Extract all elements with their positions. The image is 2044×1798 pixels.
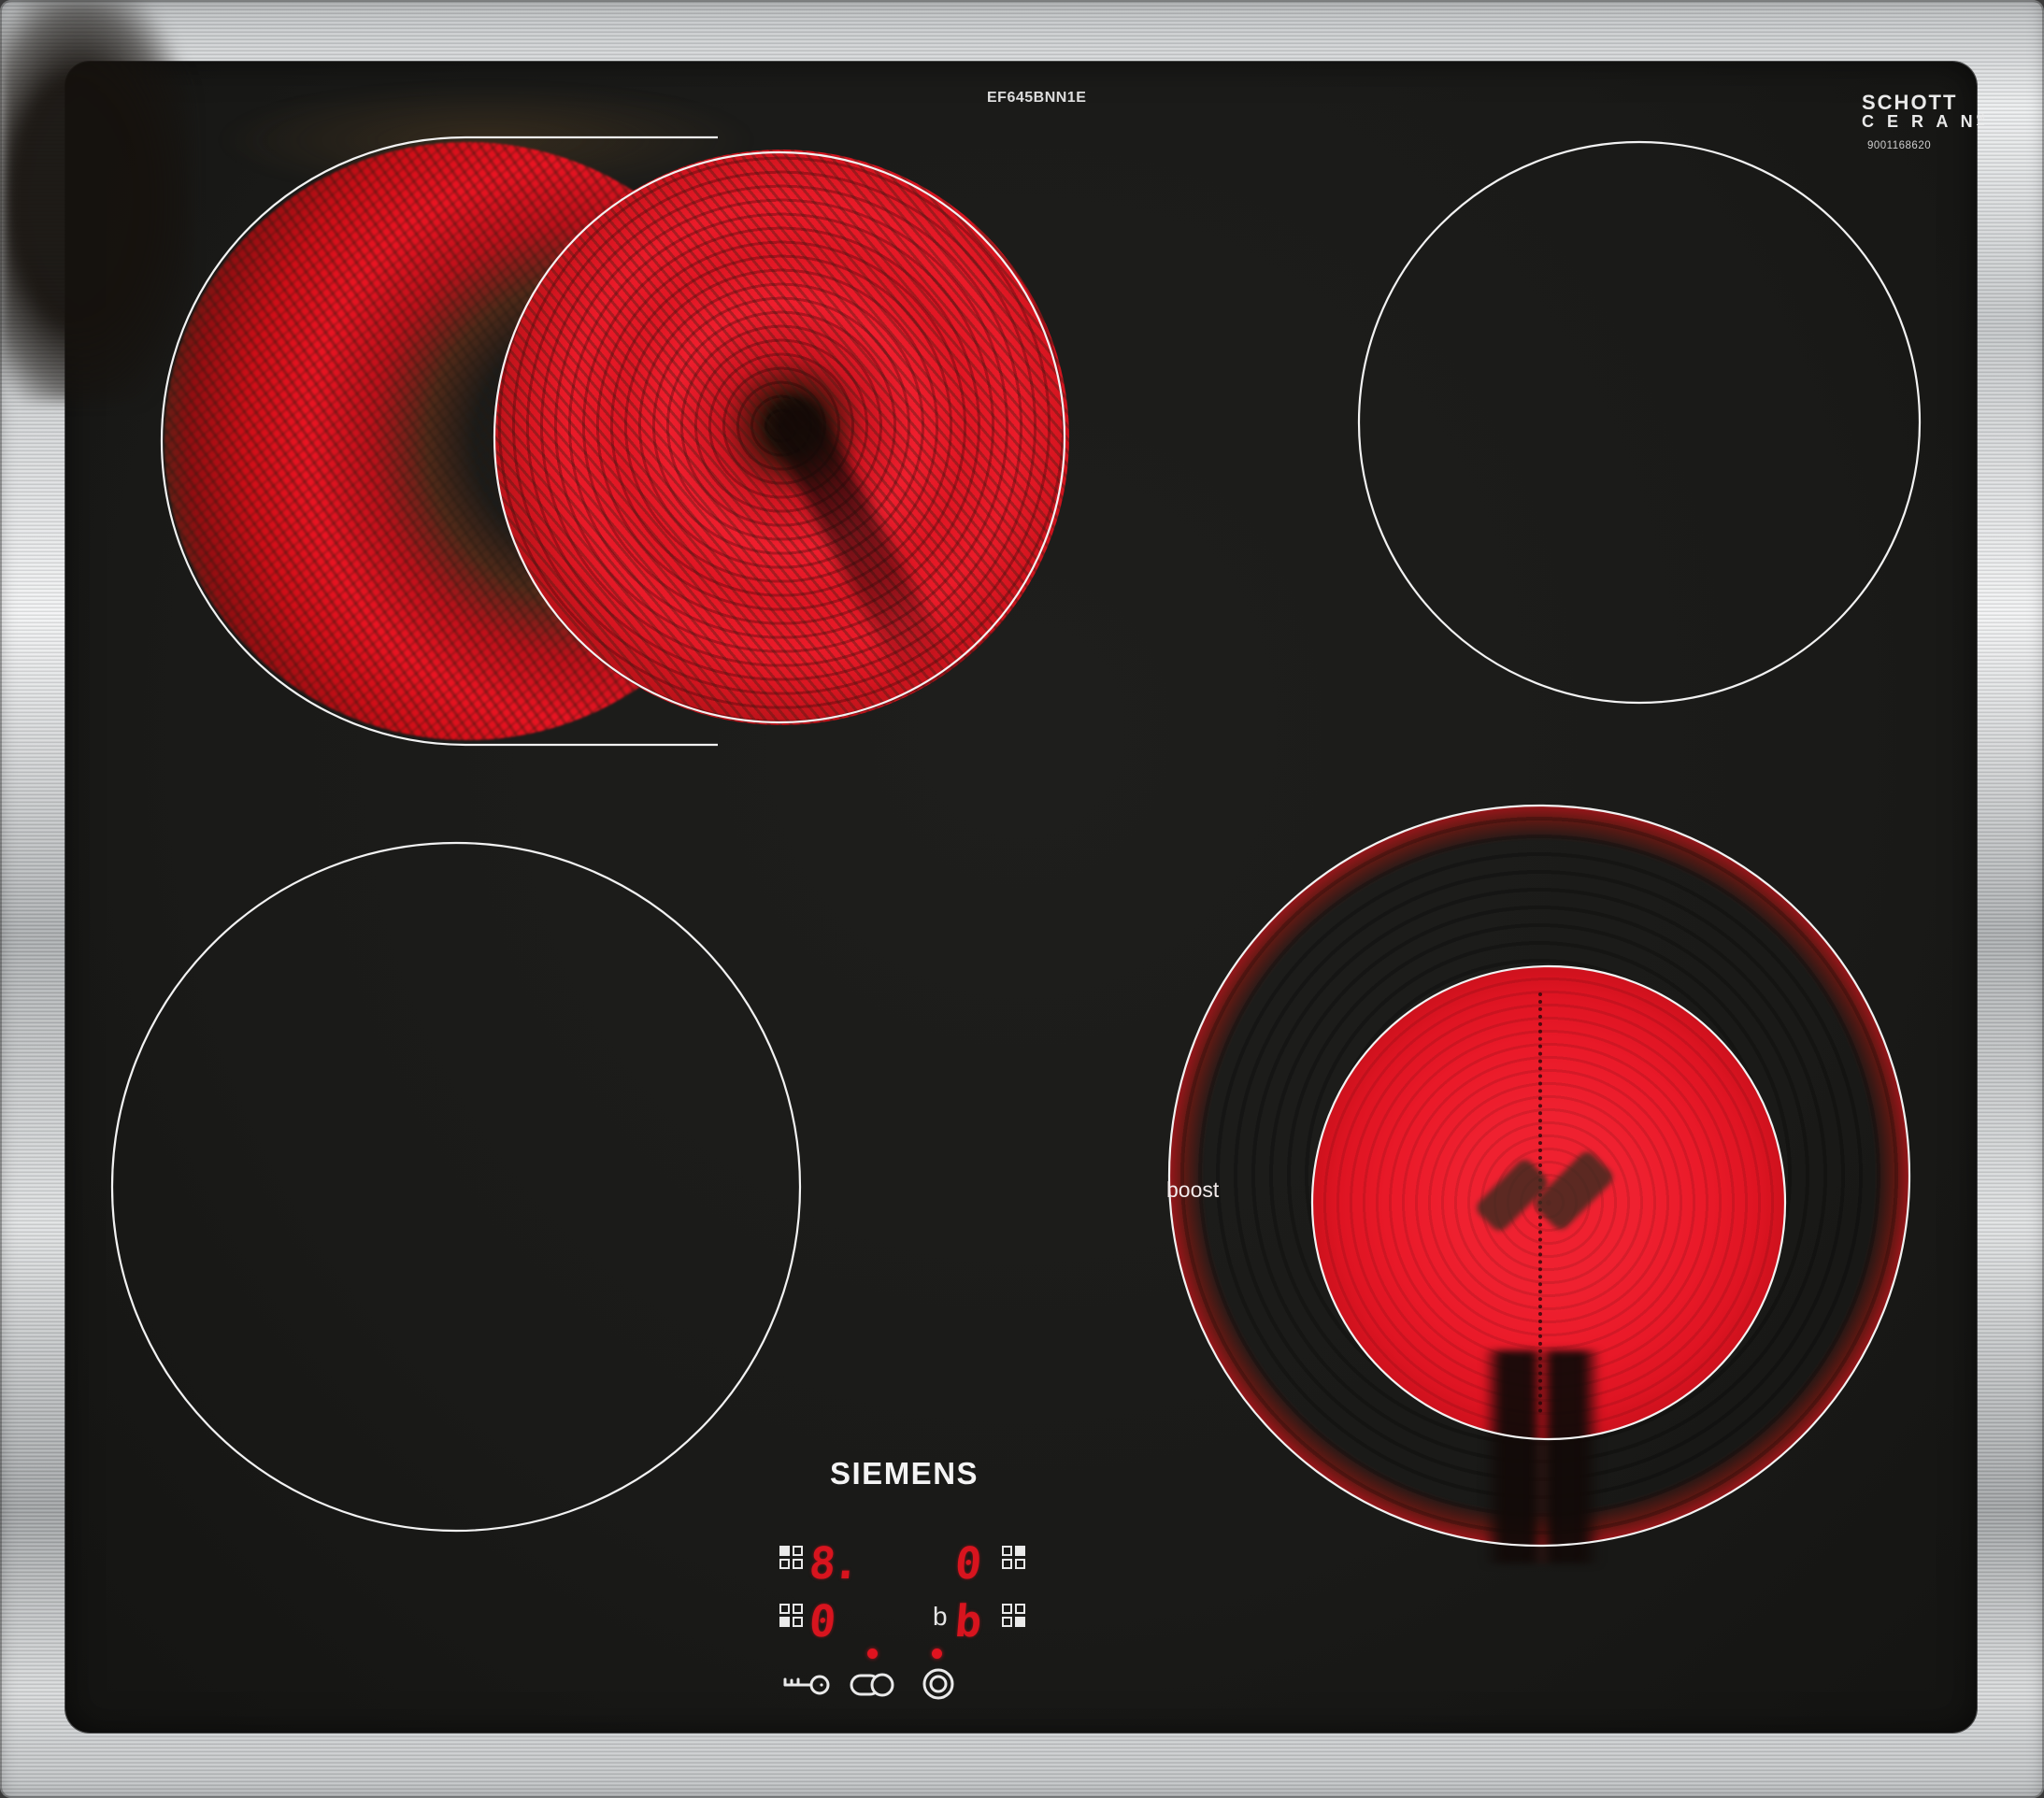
zone-indicator-front-right bbox=[1002, 1604, 1025, 1627]
model-number-label: EF645BNN1E bbox=[987, 90, 1086, 107]
schott-logo-line1: SCHOTT bbox=[1862, 92, 1984, 113]
schott-ceran-logo: SCHOTT C E R A N® bbox=[1862, 92, 1984, 131]
display-level-front-left: 0 bbox=[808, 1600, 835, 1644]
display-level-rear-left: 8. bbox=[808, 1542, 859, 1586]
part-number-label: 9001168620 bbox=[1867, 140, 1931, 151]
zone-indicator-front-left bbox=[779, 1604, 803, 1627]
two-circuit-key-led bbox=[932, 1648, 942, 1659]
registered-trademark-symbol: ® bbox=[1977, 112, 1984, 125]
oval-zone-icon bbox=[849, 1669, 897, 1699]
oval-zone-key-led bbox=[867, 1648, 878, 1659]
oval-zone-touch-key[interactable] bbox=[849, 1669, 897, 1699]
display-level-rear-right: 0 bbox=[953, 1542, 980, 1586]
zone-outline-front-right-outer bbox=[1169, 806, 1909, 1546]
schott-logo-line2: C E R A N® bbox=[1862, 113, 1984, 131]
zone-outline-layer bbox=[0, 0, 2044, 1798]
siemens-logo: SIEMENS bbox=[830, 1456, 979, 1491]
zone-outline-front-right-inner bbox=[1312, 966, 1785, 1439]
key-icon bbox=[779, 1669, 832, 1701]
two-circuit-zone-touch-key[interactable] bbox=[920, 1665, 957, 1703]
boost-zone-label: boost bbox=[1166, 1177, 1219, 1203]
zone-outline-front-left bbox=[112, 843, 800, 1531]
cooktop-photo: EF645BNN1E SCHOTT C E R A N® 9001168620 … bbox=[0, 0, 2044, 1798]
zone-outline-rear-left-oval bbox=[162, 137, 718, 745]
display-level-front-right: b bbox=[953, 1600, 980, 1644]
zone-outline-rear-right bbox=[1359, 142, 1920, 703]
zone-outline-rear-left-circle bbox=[494, 152, 1065, 722]
two-circuit-icon bbox=[920, 1665, 957, 1703]
boost-printed-b-label: b bbox=[933, 1602, 948, 1632]
child-lock-touch-key[interactable] bbox=[779, 1669, 832, 1701]
zone-indicator-rear-left bbox=[779, 1546, 803, 1569]
zone-indicator-rear-right bbox=[1002, 1546, 1025, 1569]
